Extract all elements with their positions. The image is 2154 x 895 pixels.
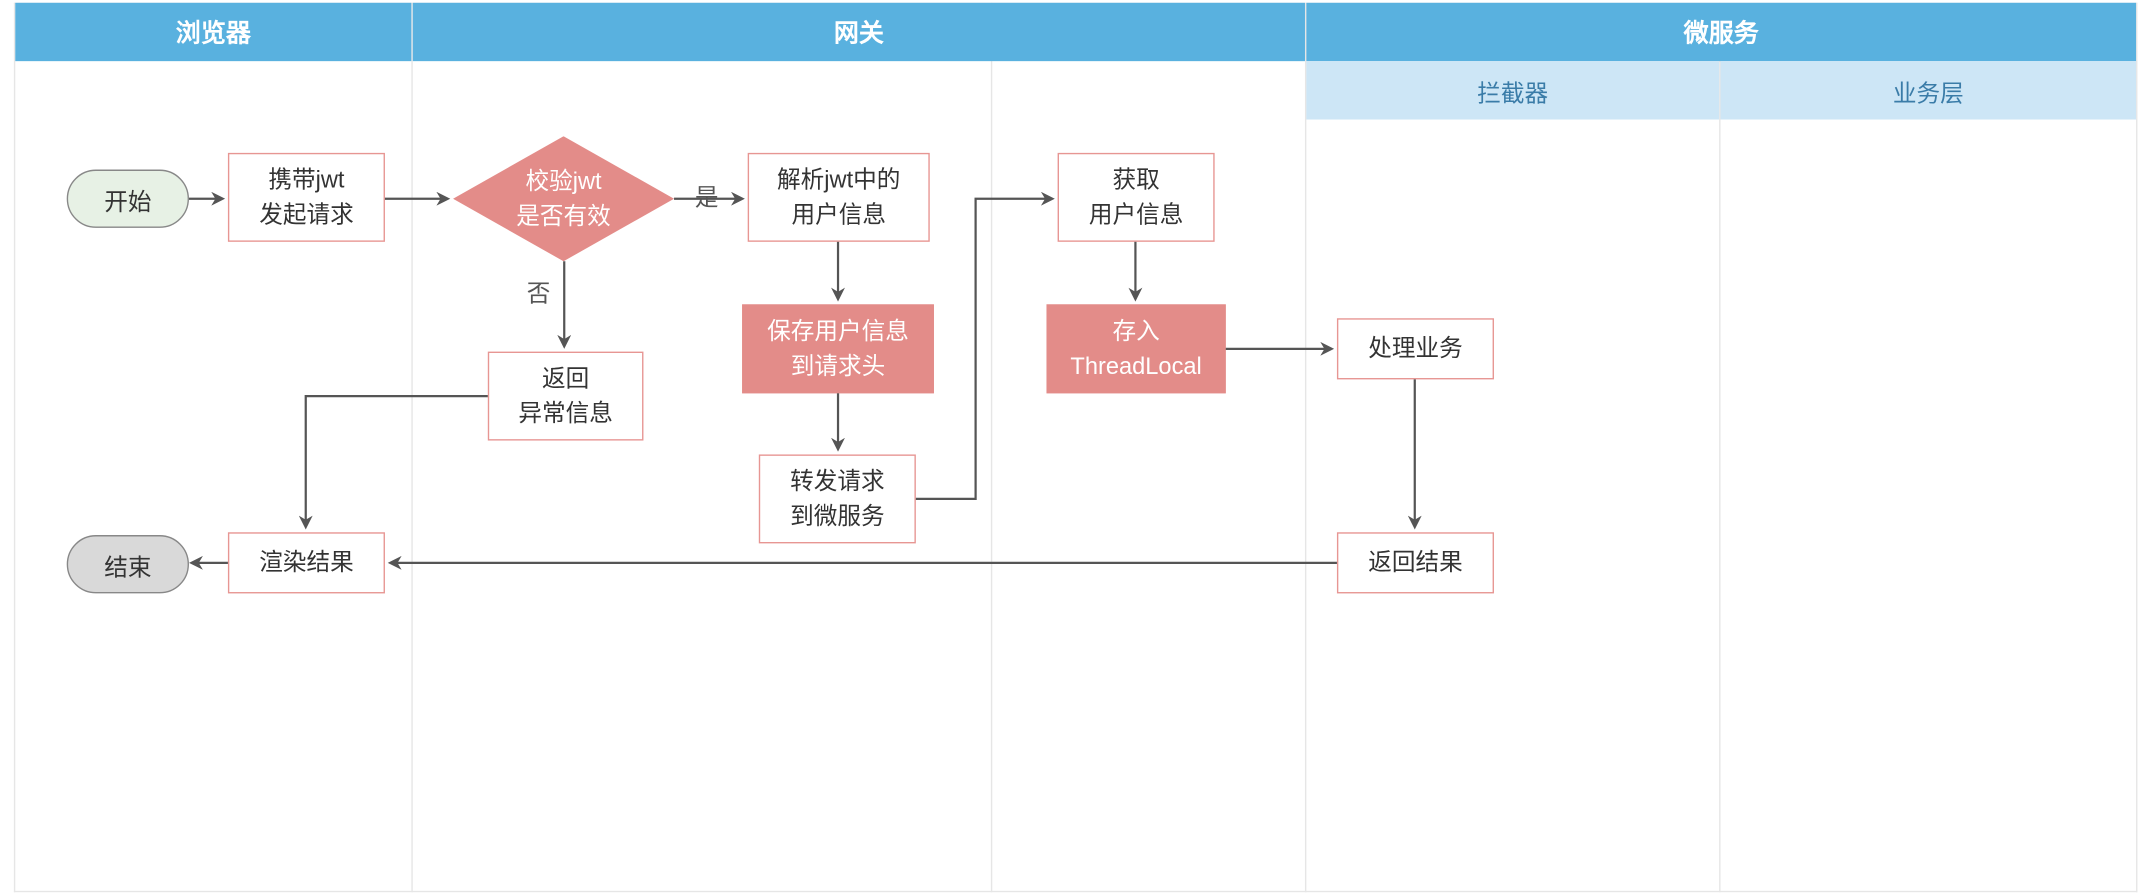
get-user-node: 获取 用户信息	[1058, 153, 1215, 242]
save-header-line2: 到请求头	[791, 349, 886, 384]
carry-jwt-node: 携带jwt 发起请求	[228, 153, 385, 242]
store-tl-line2: ThreadLocal	[1070, 349, 1201, 384]
parse-jwt-line2: 用户信息	[791, 197, 886, 232]
carry-jwt-line2: 发起请求	[259, 197, 354, 232]
save-header-node: 保存用户信息 到请求头	[742, 304, 934, 393]
sub-header-business: 业务层	[1721, 61, 2137, 119]
return-result-label: 返回结果	[1368, 545, 1463, 580]
render-result-node: 渲染结果	[228, 532, 385, 593]
sub-header-interceptor: 拦截器	[1306, 61, 1719, 119]
start-node: 开始	[67, 170, 189, 228]
handle-biz-label: 处理业务	[1368, 331, 1463, 366]
carry-jwt-line1: 携带jwt	[268, 162, 344, 197]
validate-jwt-line2: 是否有效	[516, 199, 611, 234]
store-tl-line1: 存入	[1112, 313, 1159, 348]
parse-jwt-node: 解析jwt中的 用户信息	[748, 153, 930, 242]
arrows-layer	[0, 0, 2151, 895]
lane-header-browser: 浏览器	[15, 3, 411, 61]
lane-divider	[2136, 3, 2137, 892]
lane-divider	[1305, 3, 1306, 892]
edge-label-yes: 是	[695, 178, 719, 213]
parse-jwt-line1: 解析jwt中的	[777, 162, 900, 197]
lane-divider	[1719, 3, 1720, 892]
lane-divider	[411, 3, 412, 892]
edge-label-no: 否	[527, 274, 551, 309]
forward-node: 转发请求 到微服务	[759, 454, 916, 543]
lane-header-microservice: 微服务	[1306, 3, 2136, 61]
forward-line1: 转发请求	[790, 463, 885, 498]
return-result-node: 返回结果	[1337, 532, 1494, 593]
get-user-line2: 用户信息	[1089, 197, 1184, 232]
validate-jwt-node: 校验jwt 是否有效	[453, 136, 674, 261]
lane-bottom-border	[14, 891, 2138, 892]
return-error-node: 返回 异常信息	[488, 352, 644, 441]
save-header-line1: 保存用户信息	[767, 313, 909, 348]
lane-divider	[991, 3, 992, 892]
flowchart-canvas: 浏览器 网关 微服务 拦截器 业务层 开始 携带jwt 发起请求 校验jwt 是…	[0, 0, 2151, 895]
return-error-line1: 返回	[542, 361, 589, 396]
end-label: 结束	[104, 547, 151, 582]
lane-header-gateway: 网关	[413, 3, 1305, 61]
render-result-label: 渲染结果	[259, 545, 354, 580]
return-error-line2: 异常信息	[518, 396, 613, 431]
end-node: 结束	[67, 535, 189, 593]
handle-business-node: 处理业务	[1337, 318, 1494, 379]
validate-jwt-line1: 校验jwt	[516, 163, 611, 198]
get-user-line1: 获取	[1112, 162, 1159, 197]
store-threadlocal-node: 存入 ThreadLocal	[1046, 304, 1225, 393]
start-label: 开始	[104, 181, 151, 216]
forward-line2: 到微服务	[790, 499, 885, 534]
lane-divider	[14, 3, 15, 892]
